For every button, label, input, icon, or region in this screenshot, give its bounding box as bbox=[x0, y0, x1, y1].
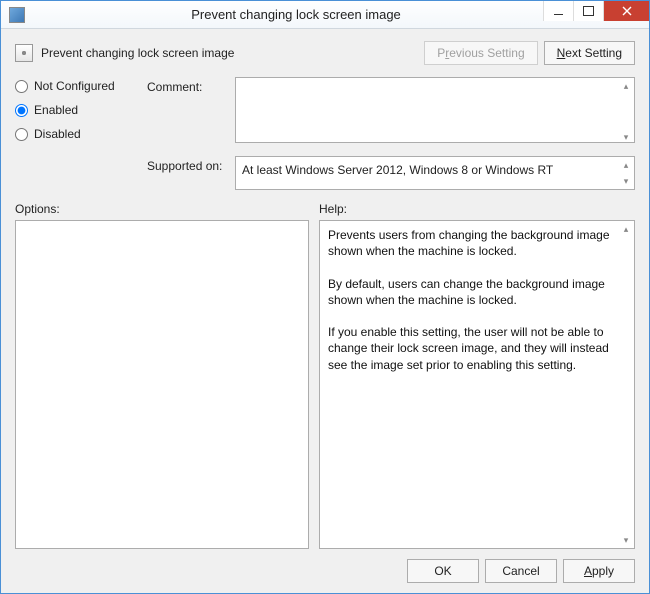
supported-on-value: At least Windows Server 2012, Windows 8 … bbox=[235, 156, 635, 190]
content-area: Prevent changing lock screen image Previ… bbox=[1, 29, 649, 593]
radio-enabled-input[interactable] bbox=[15, 104, 28, 117]
radio-enabled[interactable]: Enabled bbox=[15, 103, 135, 117]
next-setting-button[interactable]: Next Setting bbox=[544, 41, 635, 65]
apply-button[interactable]: Apply bbox=[563, 559, 635, 583]
dialog-window: Prevent changing lock screen image Preve… bbox=[0, 0, 650, 594]
radio-not-configured-input[interactable] bbox=[15, 80, 28, 93]
header-row: Prevent changing lock screen image Previ… bbox=[15, 41, 635, 65]
radio-disabled-input[interactable] bbox=[15, 128, 28, 141]
radio-not-configured[interactable]: Not Configured bbox=[15, 79, 135, 93]
mid-labels: Options: Help: bbox=[15, 202, 635, 216]
titlebar[interactable]: Prevent changing lock screen image bbox=[1, 1, 649, 29]
cancel-button[interactable]: Cancel bbox=[485, 559, 557, 583]
help-pane[interactable]: Prevents users from changing the backgro… bbox=[319, 220, 635, 549]
options-pane bbox=[15, 220, 309, 549]
radio-disabled[interactable]: Disabled bbox=[15, 127, 135, 141]
close-button[interactable] bbox=[603, 1, 649, 21]
help-label: Help: bbox=[319, 202, 347, 216]
fields: Comment: ▴ ▾ Supported on: At least Wind… bbox=[147, 77, 635, 190]
comment-label: Comment: bbox=[147, 77, 227, 94]
comment-textarea[interactable] bbox=[235, 77, 635, 143]
top-grid: Not Configured Enabled Disabled Comment: bbox=[15, 77, 635, 190]
policy-title: Prevent changing lock screen image bbox=[41, 46, 424, 60]
state-radios: Not Configured Enabled Disabled bbox=[15, 77, 135, 190]
window-title: Prevent changing lock screen image bbox=[33, 7, 559, 22]
panes: Prevents users from changing the backgro… bbox=[15, 220, 635, 549]
supported-on-label: Supported on: bbox=[147, 156, 227, 173]
previous-setting-button[interactable]: Previous Setting bbox=[424, 41, 537, 65]
minimize-button[interactable] bbox=[543, 1, 573, 21]
window-controls bbox=[543, 1, 649, 21]
app-icon bbox=[9, 7, 25, 23]
maximize-button[interactable] bbox=[573, 1, 603, 21]
ok-button[interactable]: OK bbox=[407, 559, 479, 583]
options-label: Options: bbox=[15, 202, 319, 216]
policy-icon bbox=[15, 44, 33, 62]
footer: OK Cancel Apply bbox=[15, 549, 635, 583]
